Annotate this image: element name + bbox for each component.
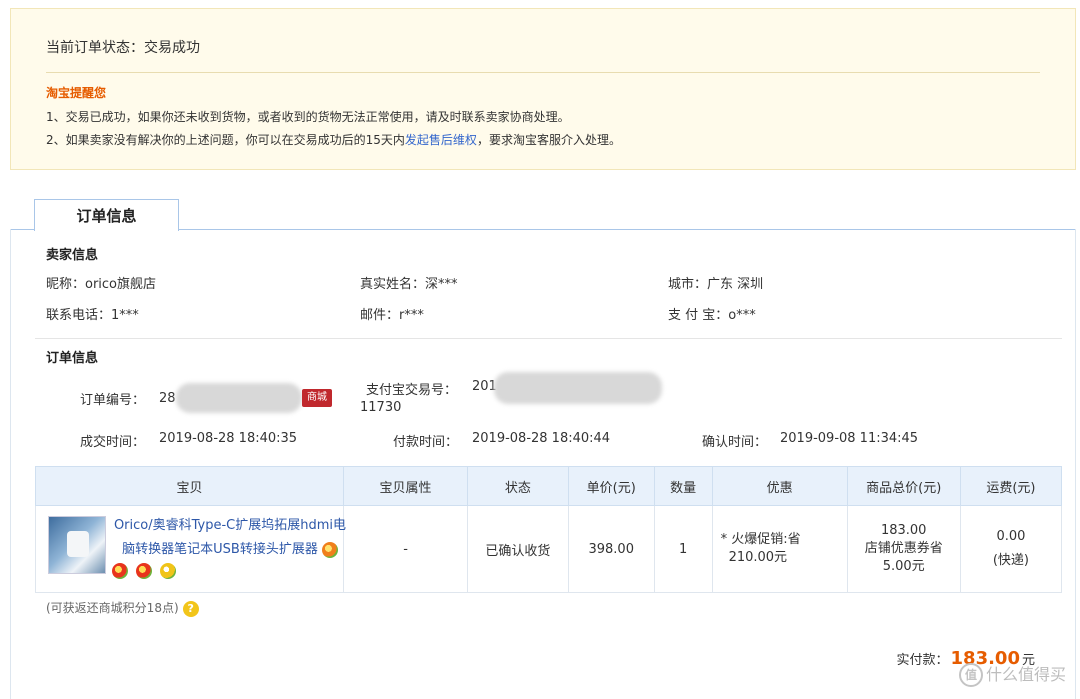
coupon-label: 店铺优惠券省: [864, 541, 943, 556]
watermark-logo: 值: [958, 663, 983, 687]
product-name-text[interactable]: Orico/奥睿科Type-C扩展坞拓展hdmi电脑转换器笔记本USB转接头扩展…: [114, 518, 346, 557]
status-cell: 已确认收货: [467, 505, 569, 593]
seller-alipay: 支 付 宝：o***: [668, 308, 756, 323]
watermark: 值什么值得买: [958, 661, 1066, 687]
col-header-attribute: 宝贝属性: [343, 466, 469, 506]
alipay-trade-number-label: 支付宝交易号：: [366, 383, 458, 398]
col-header-discount: 优惠: [711, 466, 848, 506]
shipping-amount: 0.00: [996, 529, 1026, 544]
order-section-title: 订单信息: [46, 351, 99, 366]
points-text: (可获返还商城积分18点): [46, 601, 179, 615]
tab-order-info[interactable]: 订单信息: [34, 199, 179, 231]
order-items-table: 宝贝 宝贝属性 状态 单价(元) 数量 优惠 商品总价(元) 运费(元) Ori…: [34, 466, 1063, 593]
total-cell: 183.00 店铺优惠券省 5.00元: [846, 505, 961, 593]
flower-badge-icon[interactable]: [321, 541, 338, 558]
seller-city: 城市：广东 深圳: [668, 277, 764, 292]
discount-line-1: * 火爆促销:省: [720, 532, 801, 547]
confirm-time-label: 确认时间：: [702, 435, 768, 450]
seller-phone: 联系电话：1***: [46, 308, 139, 323]
shipping-cell: 0.00 (快递): [959, 505, 1063, 593]
col-header-quantity: 数量: [653, 466, 713, 506]
confirm-time-value: 2019-09-08 11:34:45: [780, 431, 919, 446]
reminder-line-2-prefix: 2、如果卖家没有解决你的上述问题，你可以在交易成功后的15天内: [46, 133, 405, 147]
table-header-row: 宝贝 宝贝属性 状态 单价(元) 数量 优惠 商品总价(元) 运费(元): [34, 466, 1063, 506]
col-header-unit-price: 单价(元): [567, 466, 655, 506]
reminder-line-2: 2、如果卖家没有解决你的上述问题，你可以在交易成功后的15天内发起售后维权，要求…: [46, 131, 621, 148]
product-cell: Orico/奥睿科Type-C扩展坞拓展hdmi电脑转换器笔记本USB转接头扩展…: [34, 505, 346, 593]
tmall-badge: 商城: [302, 389, 332, 407]
reminder-title: 淘宝提醒您: [46, 86, 107, 100]
paid-label: 实付款：: [896, 653, 949, 668]
order-number-label: 订单编号：: [80, 393, 146, 408]
redacted-mask: [176, 383, 302, 413]
col-header-item: 宝贝: [34, 466, 345, 506]
redacted-mask: [494, 372, 662, 404]
service-badges: [112, 563, 184, 579]
after-sale-link[interactable]: 发起售后维权: [405, 133, 477, 147]
deal-time-value: 2019-08-28 18:40:35: [159, 431, 298, 446]
order-number-value: 28: [159, 391, 176, 406]
pay-time-label: 付款时间：: [393, 435, 459, 450]
watermark-text: 什么值得买: [985, 664, 1066, 684]
coupon-amount: 5.00元: [882, 559, 925, 574]
flower-badge-icon[interactable]: [136, 563, 152, 579]
deal-time-label: 成交时间：: [80, 435, 146, 450]
points-note: (可获返还商城积分18点)?: [46, 599, 199, 617]
divider: [35, 338, 1062, 339]
col-header-total: 商品总价(元): [846, 466, 961, 506]
quantity-cell: 1: [653, 505, 713, 593]
total-amount: 183.00: [880, 523, 927, 538]
col-header-shipping: 运费(元): [959, 466, 1063, 506]
seller-nickname: 昵称：orico旗舰店: [46, 277, 157, 292]
shipping-method: (快递): [992, 553, 1029, 568]
order-status-panel: 当前订单状态：交易成功 淘宝提醒您 1、交易已成功，如果你还未收到货物，或者收到…: [10, 8, 1076, 170]
seller-email: 邮件：r***: [360, 308, 424, 323]
seller-real-name: 真实姓名：深***: [360, 277, 458, 292]
seller-section-title: 卖家信息: [46, 248, 99, 263]
table-row: Orico/奥睿科Type-C扩展坞拓展hdmi电脑转换器笔记本USB转接头扩展…: [34, 505, 1063, 593]
product-thumbnail[interactable]: [48, 516, 106, 574]
order-detail-panel: [10, 229, 1076, 699]
reminder-line-1: 1、交易已成功，如果你还未收到货物，或者收到的货物无法正常使用，请及时联系卖家协…: [46, 110, 570, 124]
reminder-line-2-suffix: ，要求淘宝客服介入处理。: [476, 133, 621, 147]
attribute-cell: -: [343, 505, 469, 593]
alipay-trade-number-tail: 11730: [360, 400, 402, 415]
product-name-link[interactable]: Orico/奥睿科Type-C扩展坞拓展hdmi电脑转换器笔记本USB转接头扩展…: [110, 514, 350, 562]
flower-badge-icon[interactable]: [160, 563, 176, 579]
divider: [46, 72, 1040, 73]
flower-badge-icon[interactable]: [112, 563, 128, 579]
order-status-text: 当前订单状态：交易成功: [46, 40, 200, 56]
pay-time-value: 2019-08-28 18:40:44: [472, 431, 611, 446]
discount-cell: * 火爆促销:省 210.00元: [711, 505, 848, 593]
help-icon[interactable]: ?: [182, 600, 199, 617]
product-image-shape: [67, 531, 89, 557]
unit-price-cell: 398.00: [567, 505, 655, 593]
discount-line-2: 210.00元: [728, 550, 788, 565]
col-header-status: 状态: [467, 466, 569, 506]
